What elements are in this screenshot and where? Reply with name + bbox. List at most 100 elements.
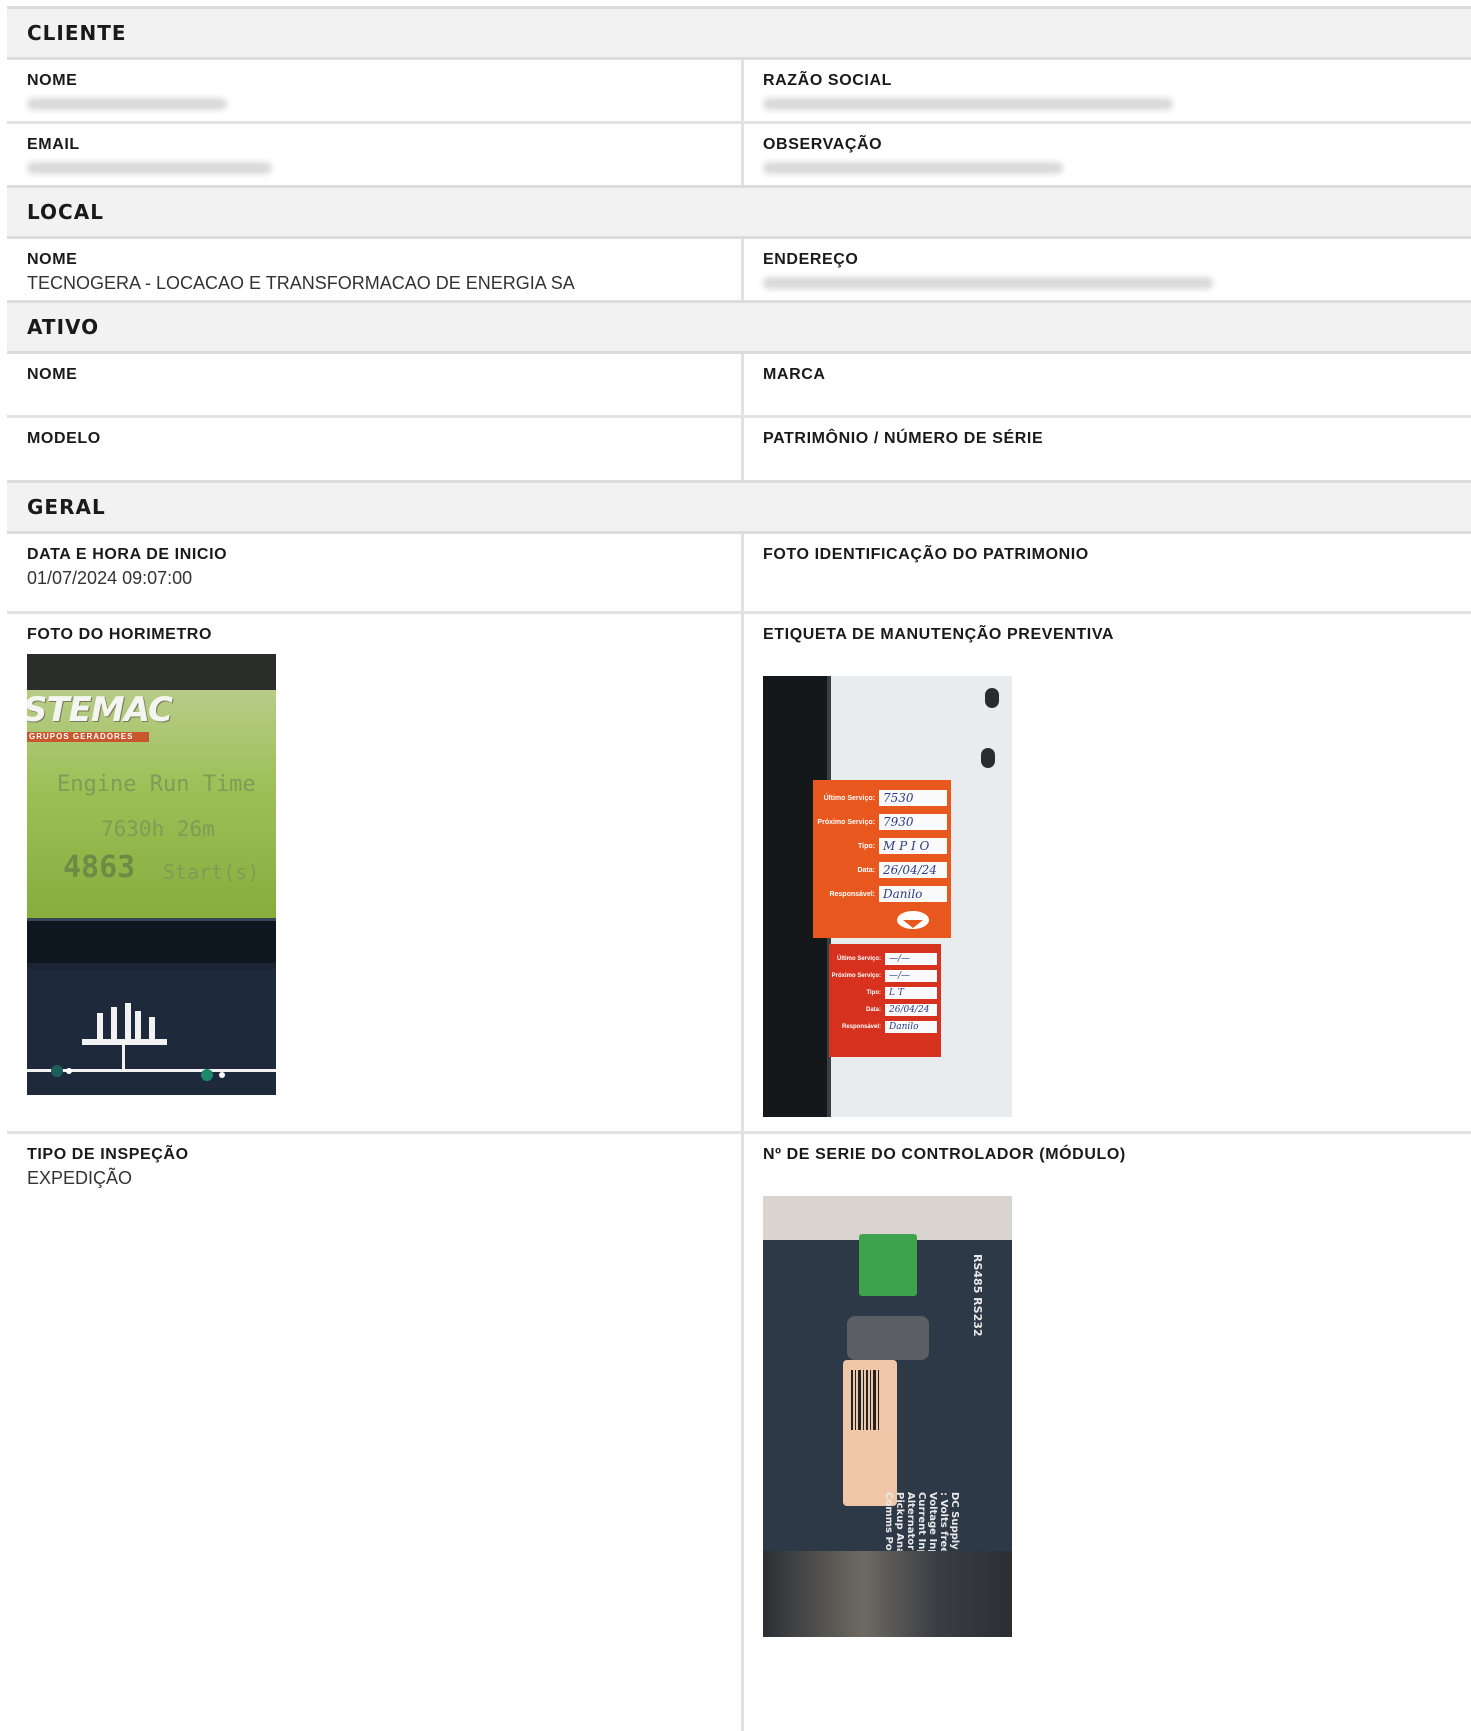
- redacted-value: [27, 162, 272, 174]
- redacted-value: [27, 98, 227, 110]
- tag-value: 26/04/24: [885, 1003, 937, 1016]
- row-geral-2: FOTO DO HORIMETRO STEMAC GRUPOS GERADORE…: [7, 614, 1471, 1134]
- field-label: RAZÃO SOCIAL: [763, 72, 892, 89]
- row-ativo-1: NOME MARCA: [7, 354, 1471, 418]
- ativo-modelo-cell: MODELO: [7, 418, 744, 480]
- field-label: OBSERVAÇÃO: [763, 136, 883, 153]
- serial-sticker: [843, 1360, 897, 1506]
- row-geral-3: TIPO DE INSPEÇÃO EXPEDIÇÃO Nº DE SERIE D…: [7, 1134, 1471, 1731]
- report-table: CLIENTE NOME RAZÃO SOCIAL EMAIL OBSERVAÇ…: [7, 6, 1471, 1731]
- tag-key: Responsável:: [829, 890, 875, 898]
- knob-icon: [981, 748, 995, 768]
- maintenance-tag-2: Último Serviço: —/— Próximo Serviço: —/— T…: [829, 944, 941, 1057]
- field-label: EMAIL: [27, 136, 80, 153]
- geral-horimetro-cell: FOTO DO HORIMETRO STEMAC GRUPOS GERADORE…: [7, 614, 744, 1131]
- field-label: MARCA: [763, 366, 826, 383]
- cliente-obs-cell: OBSERVAÇÃO: [744, 124, 1471, 185]
- geral-foto-patrimonio-cell: FOTO IDENTIFICAÇÃO DO PATRIMONIO: [744, 534, 1471, 611]
- tag-line: Data: 26/04/24: [829, 1001, 941, 1018]
- tag-line: Tipo: L T: [829, 984, 941, 1001]
- geral-data-cell: DATA E HORA DE INICIO 01/07/2024 09:07:0…: [7, 534, 744, 611]
- tag-value: Danilo: [879, 886, 947, 902]
- local-nome-value: TECNOGERA - LOCACAO E TRANSFORMACAO DE E…: [27, 273, 575, 293]
- field-label: NOME: [27, 251, 78, 268]
- geral-data-value: 01/07/2024 09:07:00: [27, 568, 193, 588]
- tag-value: M P I O: [879, 838, 947, 854]
- maintenance-tag-1: Último Serviço: 7530 Próximo Serviço: 7930…: [813, 780, 951, 938]
- tag-line: Responsável: Danilo: [829, 1018, 941, 1035]
- tag-key: Data:: [865, 1006, 881, 1013]
- row-local-1: NOME TECNOGERA - LOCACAO E TRANSFORMACAO…: [7, 239, 1471, 303]
- tag-footer: [829, 1035, 941, 1057]
- tag-line: Último Serviço: 7530: [813, 786, 951, 810]
- field-label: ETIQUETA DE MANUTENÇÃO PREVENTIVA: [763, 626, 1115, 643]
- geral-serie-cell: Nº DE SERIE DO CONTROLADOR (MÓDULO) RS48…: [744, 1134, 1471, 1731]
- cliente-email-cell: EMAIL: [7, 124, 744, 185]
- tag-value: L T: [885, 986, 937, 999]
- horimetro-photo[interactable]: STEMAC GRUPOS GERADORES Engine Run Time …: [27, 654, 276, 1095]
- tag-value: 7530: [879, 790, 947, 806]
- tag-key: Último Serviço:: [823, 794, 875, 802]
- section-title: ATIVO: [27, 315, 100, 339]
- stemac-logo: STEMAC: [27, 690, 173, 730]
- cliente-nome-cell: NOME: [7, 60, 744, 121]
- knob-icon: [985, 688, 999, 708]
- tag-line: Último Serviço: —/—: [829, 950, 941, 967]
- tag-value: —/—: [885, 969, 937, 982]
- section-ativo: ATIVO: [7, 303, 1471, 354]
- field-label: PATRIMÔNIO / NÚMERO DE SÉRIE: [763, 430, 1044, 447]
- tag-key: Último Serviço:: [836, 955, 881, 962]
- tecnogera-logo-icon: [897, 911, 929, 929]
- lcd-line-3b: Start(s): [163, 860, 260, 884]
- row-geral-1: DATA E HORA DE INICIO 01/07/2024 09:07:0…: [7, 534, 1471, 614]
- controlador-photo[interactable]: RS485 RS232 DC Supply : DC Outputs : Vol…: [763, 1196, 1012, 1637]
- local-nome-cell: NOME TECNOGERA - LOCACAO E TRANSFORMACAO…: [7, 239, 744, 300]
- tag-line: Próximo Serviço: —/—: [829, 967, 941, 984]
- generator-diagram-icon: [27, 1003, 276, 1081]
- tag-key: Responsável:: [841, 1023, 881, 1030]
- row-cliente-2: EMAIL OBSERVAÇÃO: [7, 124, 1471, 188]
- tag-footer: [813, 906, 951, 938]
- cliente-razao-cell: RAZÃO SOCIAL: [744, 60, 1471, 121]
- field-label: TIPO DE INSPEÇÃO: [27, 1146, 189, 1163]
- field-label: NOME: [27, 72, 78, 89]
- tag-key: Próximo Serviço:: [817, 818, 875, 826]
- field-label: FOTO DO HORIMETRO: [27, 626, 213, 643]
- inspection-report: CLIENTE NOME RAZÃO SOCIAL EMAIL OBSERVAÇ…: [0, 0, 1471, 1731]
- port-labels: RS485 RS232: [971, 1254, 984, 1337]
- section-geral: GERAL: [7, 483, 1471, 534]
- logo-subtitle: GRUPOS GERADORES: [27, 732, 149, 742]
- green-connector: [859, 1234, 917, 1296]
- row-cliente-1: NOME RAZÃO SOCIAL: [7, 60, 1471, 124]
- section-cliente: CLIENTE: [7, 9, 1471, 60]
- tag-line: Data: 26/04/24: [813, 858, 951, 882]
- tag-value: 26/04/24: [879, 862, 947, 878]
- section-title: CLIENTE: [27, 21, 127, 45]
- field-label: MODELO: [27, 430, 101, 447]
- section-title: GERAL: [27, 495, 106, 519]
- tag-key: Data:: [857, 866, 875, 874]
- ativo-marca-cell: MARCA: [744, 354, 1471, 415]
- field-label: FOTO IDENTIFICAÇÃO DO PATRIMONIO: [763, 546, 1089, 563]
- local-endereco-cell: ENDEREÇO: [744, 239, 1471, 300]
- tag-key: Próximo Serviço:: [831, 972, 881, 979]
- tag-key: Tipo:: [858, 842, 875, 850]
- etiqueta-photo[interactable]: Último Serviço: 7530 Próximo Serviço: 7930…: [763, 676, 1012, 1117]
- geral-tipo-cell: TIPO DE INSPEÇÃO EXPEDIÇÃO: [7, 1134, 744, 1731]
- barcode-icon: [851, 1370, 879, 1430]
- field-label: NOME: [27, 366, 78, 383]
- row-ativo-2: MODELO PATRIMÔNIO / NÚMERO DE SÉRIE: [7, 418, 1471, 483]
- geral-etiqueta-cell: ETIQUETA DE MANUTENÇÃO PREVENTIVA Último…: [744, 614, 1471, 1131]
- redacted-value: [763, 162, 1063, 174]
- tag-value: 7930: [879, 814, 947, 830]
- db9-port: [847, 1316, 929, 1360]
- redacted-value: [763, 277, 1213, 289]
- tag-line: Próximo Serviço: 7930: [813, 810, 951, 834]
- tag-value: Danilo: [885, 1020, 937, 1033]
- field-label: ENDEREÇO: [763, 251, 859, 268]
- section-local: LOCAL: [7, 188, 1471, 239]
- screen-frame: [27, 918, 276, 963]
- field-label: DATA E HORA DE INICIO: [27, 546, 228, 563]
- control-panel: [27, 969, 276, 1095]
- ativo-nome-cell: NOME: [7, 354, 744, 415]
